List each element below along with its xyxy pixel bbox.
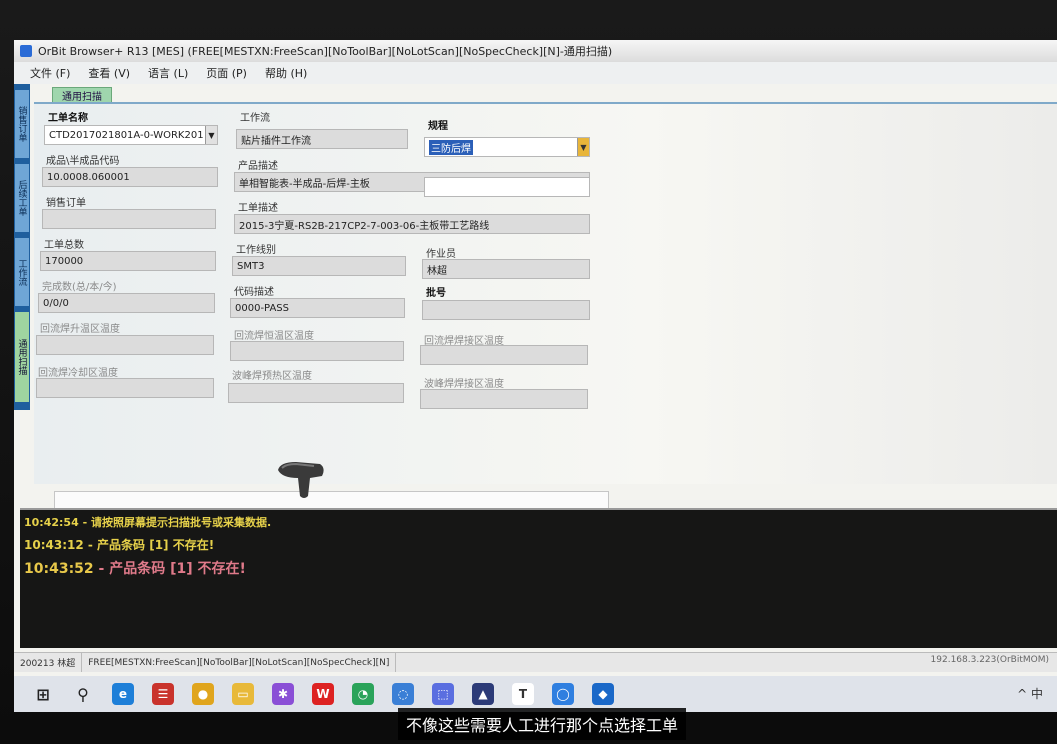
chevron-down-icon[interactable]: ▼ <box>577 138 589 156</box>
status-server: 192.168.3.223(OrBitMOM) <box>930 655 1049 665</box>
order-total-field[interactable]: 170000 <box>40 251 216 271</box>
app-icon <box>20 45 32 57</box>
app-window: OrBit Browser+ R13 [MES] (FREE[MESTXN:Fr… <box>14 40 1057 712</box>
workflow-label: 工作流 <box>240 113 270 124</box>
reflow-cool-field[interactable] <box>36 378 214 398</box>
window-title: OrBit Browser+ R13 [MES] (FREE[MESTXN:Fr… <box>38 45 613 58</box>
operator-field[interactable]: 林超 <box>422 259 590 279</box>
batch-label: 批号 <box>426 288 446 299</box>
sales-order-field[interactable] <box>42 209 216 229</box>
order-total-label: 工单总数 <box>44 240 84 251</box>
sales-order-label: 销售订单 <box>46 198 86 209</box>
wps-icon[interactable]: W <box>312 683 334 705</box>
barcode-scanner-icon <box>278 462 324 498</box>
work-order-label: 工单名称 <box>48 113 88 124</box>
app-icon-ring[interactable]: ◯ <box>552 683 574 705</box>
search-icon[interactable]: ⚲ <box>72 683 94 705</box>
typora-icon[interactable]: T <box>512 683 534 705</box>
wave-weld-label: 波峰焊焊接区温度 <box>424 379 504 390</box>
procedure-select[interactable]: 三防后焊 ▼ <box>424 137 590 157</box>
product-code-label: 成品\半成品代码 <box>46 156 120 167</box>
workflow-field[interactable]: 贴片插件工作流 <box>236 129 408 149</box>
tab-general-scan[interactable]: 通用扫描 <box>52 87 112 103</box>
sidetab-subsequent-order[interactable]: 后续工单 <box>15 164 29 232</box>
side-tab-strip: 销售订单 后续工单 工作流 通用扫描 <box>14 84 30 410</box>
log-line: 10:42:54 - 请按照屏幕提示扫描批号或采集数据. <box>24 516 272 529</box>
procedure-label: 规程 <box>428 121 448 132</box>
windows-taskbar: ⊞ ⚲ e ☰ ● ▭ ✱ W ◔ ◌ ⬚ ▲ T ◯ ◆ ^ 中 <box>14 676 1057 712</box>
sidetab-sales-order[interactable]: 销售订单 <box>15 90 29 158</box>
system-tray: ^ 中 <box>1017 687 1043 701</box>
work-order-value: CTD2017021801A-0-WORK201 <box>49 129 204 141</box>
line-label: 工作线别 <box>236 245 276 256</box>
app-icon-red[interactable]: ☰ <box>152 683 174 705</box>
screenshot-icon[interactable]: ⬚ <box>432 683 454 705</box>
completed-field[interactable]: 0/0/0 <box>38 293 215 313</box>
reflow-const-label: 回流焊恒温区温度 <box>234 331 314 342</box>
chevron-down-icon[interactable]: ▼ <box>205 126 217 144</box>
status-mode: FREE[MESTXN:FreeScan][NoToolBar][NoLotSc… <box>82 653 397 672</box>
form-area: 工单名称 CTD2017021801A-0-WORK201 ▼ 成品\半成品代码… <box>34 104 1057 569</box>
code-desc-field[interactable]: 0000-PASS <box>230 298 405 318</box>
input-language-indicator[interactable]: 中 <box>1031 687 1043 701</box>
procedure-value: 三防后焊 <box>429 139 473 155</box>
video-subtitle: 不像这些需要人工进行那个点选择工单 <box>398 708 687 740</box>
menu-file[interactable]: 文件 (F) <box>30 65 70 81</box>
work-order-select[interactable]: CTD2017021801A-0-WORK201 ▼ <box>44 125 218 145</box>
wave-preheat-field[interactable] <box>228 383 404 403</box>
wave-preheat-label: 波峰焊预热区温度 <box>232 371 312 382</box>
reflow-weld-field[interactable] <box>420 345 588 365</box>
log-line: 10:43:52 - 产品条码 [1] 不存在! <box>24 561 246 577</box>
menu-language[interactable]: 语言 (L) <box>148 65 188 81</box>
reflow-cool-label: 回流焊冷却区温度 <box>38 368 118 379</box>
wechat-icon[interactable]: ◔ <box>352 683 374 705</box>
order-desc-field[interactable]: 2015-3宁夏-RS2B-217CP2-7-003-06-主板带工艺路线 <box>234 214 590 234</box>
wave-weld-field[interactable] <box>420 389 588 409</box>
reflow-rise-label: 回流焊升温区温度 <box>40 324 120 335</box>
status-bar: 200213 林超 FREE[MESTXN:FreeScan][NoToolBa… <box>14 652 1057 672</box>
app-icon-blue[interactable]: ◌ <box>392 683 414 705</box>
code-desc-label: 代码描述 <box>234 287 274 298</box>
menu-help[interactable]: 帮助 (H) <box>265 65 307 81</box>
menu-view[interactable]: 查看 (V) <box>88 65 130 81</box>
procedure-select-anchor <box>424 177 590 197</box>
message-log: 10:42:54 - 请按照屏幕提示扫描批号或采集数据. 10:43:12 - … <box>20 508 1057 648</box>
app-icon-purple[interactable]: ✱ <box>272 683 294 705</box>
order-desc-label: 工单描述 <box>238 203 278 214</box>
reflow-const-field[interactable] <box>230 341 404 361</box>
menu-bar: 文件 (F) 查看 (V) 语言 (L) 页面 (P) 帮助 (H) <box>14 62 1057 84</box>
sidetab-workflow[interactable]: 工作流 <box>15 238 29 306</box>
product-desc-label: 产品描述 <box>238 161 278 172</box>
line-field[interactable]: SMT3 <box>232 256 406 276</box>
orbit-browser-icon[interactable]: ◆ <box>592 683 614 705</box>
completed-label: 完成数(总/本/今) <box>42 282 117 293</box>
file-explorer-icon[interactable]: ▭ <box>232 683 254 705</box>
windows-start-icon[interactable]: ⊞ <box>32 683 54 705</box>
log-line: 10:43:12 - 产品条码 [1] 不存在! <box>24 538 215 552</box>
batch-field[interactable] <box>422 300 590 320</box>
chrome-icon[interactable]: ● <box>192 683 214 705</box>
product-code-field[interactable]: 10.0008.060001 <box>42 167 218 187</box>
app-icon-dark[interactable]: ▲ <box>472 683 494 705</box>
edge-browser-icon[interactable]: e <box>112 683 134 705</box>
status-user: 200213 林超 <box>14 653 83 672</box>
reflow-rise-field[interactable] <box>36 335 214 355</box>
menu-page[interactable]: 页面 (P) <box>206 65 247 81</box>
sidetab-general-scan[interactable]: 通用扫描 <box>15 312 29 402</box>
operator-label: 作业员 <box>426 249 456 260</box>
title-bar: OrBit Browser+ R13 [MES] (FREE[MESTXN:Fr… <box>14 40 1057 62</box>
